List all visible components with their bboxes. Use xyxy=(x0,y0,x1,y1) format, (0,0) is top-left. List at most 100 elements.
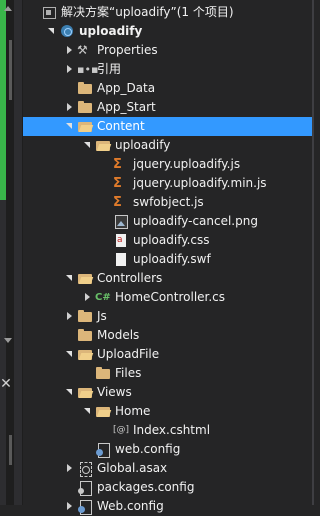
expand-arrow-collapsed-icon[interactable] xyxy=(63,41,75,60)
tree-item-label: 解决方案“uploadify”(1 个项目) xyxy=(61,5,234,19)
tree-item-swfobject-js[interactable]: Ʃswfobject.js xyxy=(23,193,314,212)
tree-item-jquery-uploadify-js[interactable]: Ʃjquery.uploadify.js xyxy=(23,155,314,174)
tree-item-label: 引用 xyxy=(97,62,122,76)
solution-explorer-tree: 解决方案“uploadify”(1 个项目) uploadify ⚒ Properti… xyxy=(23,3,314,516)
expand-arrow-expanded-icon[interactable] xyxy=(45,22,57,41)
tree-item-label: HomeController.cs xyxy=(115,290,226,304)
config-file-icon xyxy=(95,442,111,458)
tree-item-label: Models xyxy=(97,328,140,342)
solution-icon xyxy=(41,5,57,20)
tree-item-uploadify-css[interactable]: uploadify.css xyxy=(23,231,314,250)
config-file-icon xyxy=(77,499,93,515)
folder-open-icon xyxy=(77,385,93,400)
tree-item-uploadfile[interactable]: UploadFile xyxy=(23,345,314,364)
expand-arrow-collapsed-icon[interactable] xyxy=(81,288,93,307)
expand-arrow-collapsed-icon[interactable] xyxy=(63,459,75,478)
expand-arrow-expanded-icon[interactable] xyxy=(63,383,75,402)
tree-item-label: jquery.uploadify.js xyxy=(133,157,241,171)
folder-icon xyxy=(77,100,93,115)
left-gutter: ✕ xyxy=(0,0,23,505)
tree-item-views[interactable]: Views xyxy=(23,383,314,402)
folder-icon xyxy=(77,81,93,96)
expand-arrow-expanded-icon[interactable] xyxy=(81,402,93,421)
tree-item-label: Home xyxy=(115,404,151,418)
tree-item-uploadify-cancel-png[interactable]: uploadify-cancel.png xyxy=(23,212,314,231)
web-project-icon xyxy=(59,24,75,39)
tree-item-controllers[interactable]: Controllers xyxy=(23,269,314,288)
tree-item-label: UploadFile xyxy=(97,347,160,361)
tree-item-label: App_Start xyxy=(97,100,156,114)
js-file-icon: Ʃ xyxy=(113,195,122,210)
js-file-icon: Ʃ xyxy=(113,157,122,172)
scroll-down-arrow-icon[interactable] xyxy=(4,338,12,343)
tree-item-label: uploadify.css xyxy=(133,233,210,247)
tree-item-label: uploadify xyxy=(79,24,143,38)
expand-arrow-collapsed-icon[interactable] xyxy=(63,497,75,516)
tree-item-label: Web.config xyxy=(97,499,164,513)
tree-item-label: Files xyxy=(115,366,142,380)
tree-item-js[interactable]: Js xyxy=(23,307,314,326)
tree-item-content[interactable]: Content xyxy=(23,117,314,136)
wrench-icon: ⚒ xyxy=(77,43,88,57)
image-file-icon xyxy=(113,214,129,229)
tree-item-properties[interactable]: ⚒ Properties xyxy=(23,41,314,60)
folder-icon xyxy=(77,328,93,343)
tree-item-uploadify[interactable]: uploadify xyxy=(23,136,314,155)
gutter-scroll-thumb[interactable] xyxy=(9,40,12,100)
tree-item-packages-config[interactable]: packages.config xyxy=(23,478,314,497)
gutter-scroll-thumb-lower[interactable] xyxy=(9,435,12,465)
tree-item-label: uploadify.swf xyxy=(133,252,211,266)
folder-icon xyxy=(77,309,93,324)
tree-item-label: web.config xyxy=(115,442,181,456)
folder-open-icon xyxy=(77,119,93,134)
tree-item-label: Index.cshtml xyxy=(133,423,211,437)
folder-open-icon xyxy=(95,138,111,153)
tree-item-label: Views xyxy=(97,385,132,399)
tree-item-jquery-uploadify-min-js[interactable]: Ʃjquery.uploadify.min.js xyxy=(23,174,314,193)
tree-item-models[interactable]: Models xyxy=(23,326,314,345)
tree-item-label: Properties xyxy=(97,43,158,57)
css-file-icon xyxy=(113,233,129,248)
vertical-scrollbar[interactable] xyxy=(312,0,314,505)
tree-item-label: Js xyxy=(97,309,107,323)
tree-item-app-data[interactable]: App_Data xyxy=(23,79,314,98)
tree-item-index-cshtml[interactable]: [@] Index.cshtml xyxy=(23,421,314,440)
packages-config-icon xyxy=(77,480,93,496)
expand-arrow-expanded-icon[interactable] xyxy=(63,269,75,288)
scroll-up-arrow-icon[interactable] xyxy=(4,6,12,11)
close-icon[interactable]: ✕ xyxy=(0,376,12,392)
tree-item-files[interactable]: Files xyxy=(23,364,314,383)
expand-arrow-collapsed-icon[interactable] xyxy=(63,98,75,117)
tree-item-uploadify[interactable]: uploadify xyxy=(23,22,314,41)
expand-arrow-collapsed-icon[interactable] xyxy=(63,307,75,326)
expand-arrow-expanded-icon[interactable] xyxy=(81,136,93,155)
generic-file-icon xyxy=(113,252,129,267)
tree-item-label: Controllers xyxy=(97,271,163,285)
tree-item-uploadify-1[interactable]: 解决方案“uploadify”(1 个项目) xyxy=(23,3,314,22)
tree-item-label: uploadify-cancel.png xyxy=(133,214,258,228)
cshtml-file-icon: [@] xyxy=(113,425,130,435)
tree-item-web-config[interactable]: Web.config xyxy=(23,497,314,516)
tree-item-uploadify-swf[interactable]: uploadify.swf xyxy=(23,250,314,269)
tree-item-app-start[interactable]: App_Start xyxy=(23,98,314,117)
references-icon: ▪•▪ xyxy=(77,63,99,76)
folder-open-icon xyxy=(77,347,93,362)
tree-item-homecontroller-cs[interactable]: C# HomeController.cs xyxy=(23,288,314,307)
tree-item-label: jquery.uploadify.min.js xyxy=(133,176,267,190)
expand-arrow-collapsed-icon[interactable] xyxy=(63,60,75,79)
tree-item-label: Content xyxy=(97,119,145,133)
tree-item-web-config[interactable]: web.config xyxy=(23,440,314,459)
tree-item-label: packages.config xyxy=(97,480,195,494)
expand-arrow-expanded-icon[interactable] xyxy=(63,117,75,136)
tree-item-[interactable]: ▪•▪ 引用 xyxy=(23,60,314,79)
csharp-file-icon: C# xyxy=(95,292,111,303)
tree-item-label: App_Data xyxy=(97,81,156,95)
tree-item-label: swfobject.js xyxy=(133,195,204,209)
folder-open-icon xyxy=(77,271,93,286)
tree-item-global-asax[interactable]: Global.asax xyxy=(23,459,314,478)
tree-item-label: Global.asax xyxy=(97,461,168,475)
global-asax-icon xyxy=(77,461,93,477)
tree-item-label: uploadify xyxy=(115,138,171,152)
expand-arrow-expanded-icon[interactable] xyxy=(63,345,75,364)
tree-item-home[interactable]: Home xyxy=(23,402,314,421)
